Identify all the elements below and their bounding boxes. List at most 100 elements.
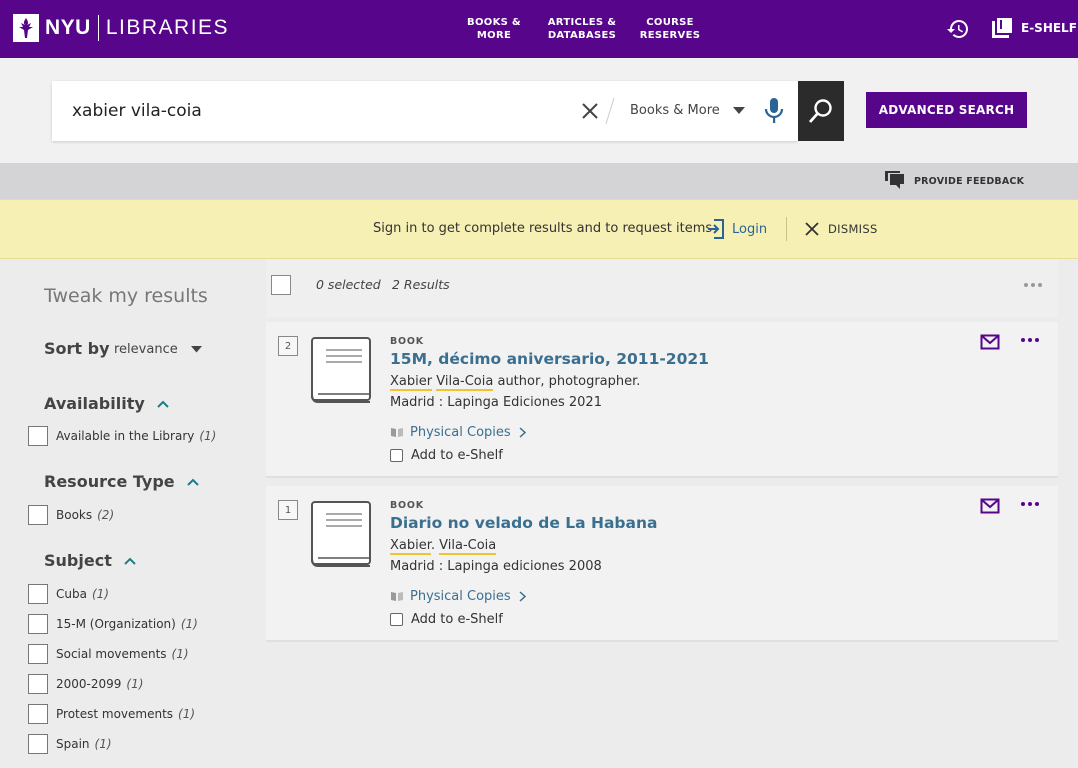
facet-checkbox[interactable] [28, 614, 48, 634]
torch-icon [13, 14, 39, 42]
add-to-eshelf[interactable]: Add to e-Shelf [390, 446, 503, 464]
facet-item-cuba[interactable]: Cuba (1) [28, 584, 109, 604]
nav-course-reserves[interactable]: COURSE RESERVES [640, 0, 700, 58]
physical-copies-label: Physical Copies [410, 588, 511, 604]
result-item: 2 BOOK 15M, décimo aniversario, 2011-202… [266, 322, 1058, 478]
facet-checkbox[interactable] [28, 505, 48, 525]
login-button[interactable]: Login [707, 218, 767, 240]
facet-item-count: (1) [126, 677, 144, 691]
logo-libraries-text: LIBRARIES [105, 16, 230, 39]
logo-divider [97, 15, 99, 41]
facet-checkbox[interactable] [28, 426, 48, 446]
facet-subject-header[interactable]: Subject [44, 551, 136, 570]
facet-item-label: Social movements [56, 647, 167, 661]
nav-books-more[interactable]: BOOKS & MORE [466, 0, 522, 58]
search-box: xabier vila-coia Books & More [52, 81, 798, 141]
chevron-right-icon [519, 590, 526, 602]
author-highlight: Vila-Coia [439, 538, 497, 555]
facet-item-label: Available in the Library [56, 429, 195, 443]
nav-articles-databases[interactable]: ARTICLES & DATABASES [546, 0, 618, 58]
result-author[interactable]: Xabier. Vila-Coia [390, 538, 497, 555]
sign-in-message: Sign in to get complete results and to r… [373, 221, 713, 236]
search-icon [808, 99, 832, 123]
facet-item-label: 2000-2099 [56, 677, 122, 691]
feedback-chat-icon [885, 171, 904, 189]
eshelf-link[interactable]: E-SHELF [991, 17, 1077, 39]
facet-item-books[interactable]: Books (2) [28, 505, 114, 525]
search-button[interactable] [798, 81, 844, 141]
facet-item-spain[interactable]: Spain (1) [28, 734, 112, 754]
result-number-checkbox[interactable]: 1 [278, 500, 298, 520]
microphone-icon[interactable] [763, 97, 785, 125]
add-to-eshelf-label: Add to e-Shelf [411, 611, 503, 627]
nyu-libraries-logo[interactable]: NYU LIBRARIES [13, 14, 229, 42]
facet-item-label: Protest movements [56, 707, 174, 721]
physical-copies-link[interactable]: Physical Copies [390, 587, 526, 605]
more-actions-icon[interactable] [1020, 501, 1040, 507]
facet-availability-header[interactable]: Availability [44, 394, 169, 413]
eshelf-checkbox[interactable] [390, 448, 403, 462]
close-icon [805, 222, 819, 236]
facet-checkbox[interactable] [28, 674, 48, 694]
result-publisher: Madrid : Lapinga Ediciones 2021 [390, 395, 602, 410]
facets-sidebar: Tweak my results Sort by relevance Avail… [0, 259, 266, 768]
dismiss-button[interactable]: DISMISS [804, 218, 878, 240]
result-title-link[interactable]: Diario no velado de La Habana [390, 514, 657, 532]
result-type: BOOK [390, 500, 424, 511]
search-input[interactable]: xabier vila-coia [72, 81, 202, 141]
sidebar-title: Tweak my results [44, 285, 208, 307]
chevron-right-icon [519, 426, 526, 438]
author-role: author, photographer. [493, 374, 641, 389]
feedback-bar: PROVIDE FEEDBACK [0, 163, 1078, 199]
facet-title: Resource Type [44, 472, 175, 491]
eshelf-label: E-SHELF [1021, 21, 1077, 35]
facet-item-15m-organization[interactable]: 15-M (Organization) (1) [28, 614, 198, 634]
author-highlight: Vila-Coia [436, 374, 494, 391]
history-icon[interactable] [946, 17, 970, 41]
facet-title: Availability [44, 394, 145, 413]
facet-checkbox[interactable] [28, 584, 48, 604]
email-icon[interactable] [980, 334, 1000, 350]
facet-item-count: (1) [180, 617, 198, 631]
facet-item-label: Spain [56, 737, 90, 751]
facet-item-count: (2) [97, 508, 115, 522]
facet-title: Subject [44, 551, 112, 570]
scope-dropdown-caret-icon[interactable] [733, 107, 745, 115]
add-to-eshelf-label: Add to e-Shelf [411, 447, 503, 463]
facet-checkbox[interactable] [28, 644, 48, 664]
search-area: xabier vila-coia Books & More ADVANCED S… [0, 58, 1078, 163]
scope-divider [605, 97, 615, 125]
open-book-icon [391, 428, 403, 437]
top-navigation-bar: NYU LIBRARIES BOOKS & MORE ARTICLES & DA… [0, 0, 1078, 58]
facet-item-protest-movements[interactable]: Protest movements (1) [28, 704, 195, 724]
search-scope-select[interactable]: Books & More [630, 81, 720, 141]
clear-search-icon[interactable] [580, 101, 600, 121]
facet-item-social-movements[interactable]: Social movements (1) [28, 644, 189, 664]
facet-item-2000-2099[interactable]: 2000-2099 (1) [28, 674, 143, 694]
more-actions-icon[interactable] [1020, 337, 1040, 343]
more-options-icon[interactable] [1023, 282, 1043, 288]
facet-resource-type-header[interactable]: Resource Type [44, 472, 199, 491]
physical-copies-link[interactable]: Physical Copies [390, 423, 526, 441]
facet-item-count: (1) [94, 737, 112, 751]
facet-item-count: (1) [171, 647, 189, 661]
eshelf-checkbox[interactable] [390, 612, 403, 626]
banner-divider [786, 217, 787, 241]
facet-checkbox[interactable] [28, 704, 48, 724]
provide-feedback-link[interactable]: PROVIDE FEEDBACK [884, 170, 1024, 192]
chevron-up-icon [157, 400, 169, 408]
book-cover-icon [311, 337, 371, 403]
facet-item-available-in-library[interactable]: Available in the Library (1) [28, 426, 216, 446]
result-type: BOOK [390, 336, 424, 347]
result-author[interactable]: Xabier Vila-Coia author, photographer. [390, 374, 641, 391]
result-title-link[interactable]: 15M, décimo aniversario, 2011-2021 [390, 350, 709, 368]
facet-checkbox[interactable] [28, 734, 48, 754]
dismiss-label: DISMISS [828, 222, 878, 236]
email-icon[interactable] [980, 498, 1000, 514]
result-number-checkbox[interactable]: 2 [278, 336, 298, 356]
select-all-checkbox[interactable] [271, 275, 291, 295]
sort-dropdown-caret-icon[interactable] [191, 346, 202, 353]
add-to-eshelf[interactable]: Add to e-Shelf [390, 610, 503, 628]
sort-select[interactable]: relevance [114, 342, 178, 357]
advanced-search-button[interactable]: ADVANCED SEARCH [866, 92, 1027, 128]
